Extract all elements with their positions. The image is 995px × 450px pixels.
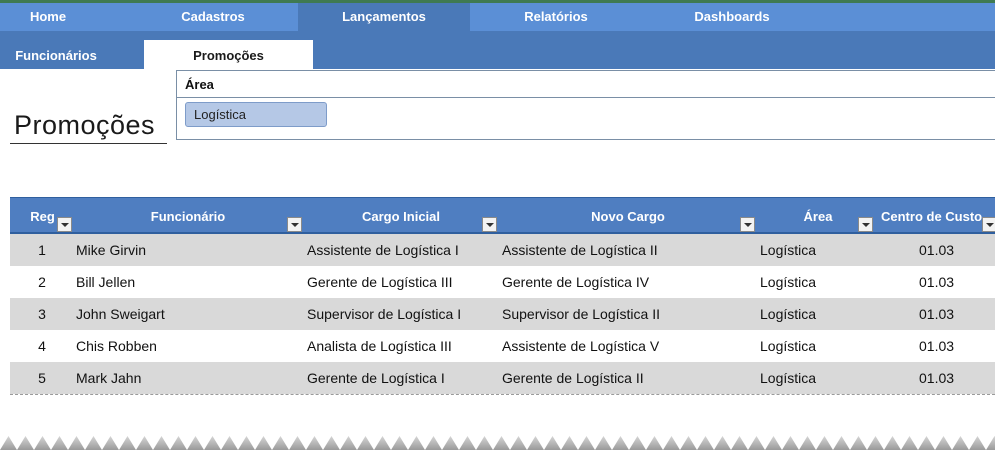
cell-funcionario: Mark Jahn [76,370,142,386]
nav-item-dashboards[interactable]: Dashboards [642,3,822,31]
cell-area: Logística [760,338,817,354]
column-header-funcionario: Funcionário [150,209,226,224]
table-row[interactable]: 5 Mark Jahn Gerente de Logística I Geren… [10,362,995,394]
cell-centro-de-custo: 01.03 [919,242,955,258]
filter-dropdown-funcionario[interactable] [287,217,302,232]
slicer-header: Área [185,77,214,92]
table-row[interactable]: 1 Mike Girvin Assistente de Logística I … [10,234,995,266]
cell-novo-cargo: Assistente de Logística V [502,338,660,354]
cell-reg: 5 [38,370,46,386]
cell-cargo-inicial: Analista de Logística III [307,338,452,354]
cell-cargo-inicial: Supervisor de Logística I [307,306,462,322]
cell-centro-de-custo: 01.03 [919,274,955,290]
cell-area: Logística [760,274,817,290]
column-header-centro-de-custo: Centro de Custo [881,209,983,224]
nav-item-relatorios[interactable]: Relatórios [470,3,642,31]
filter-dropdown-novo-cargo[interactable] [740,217,755,232]
main-navigation: Home Cadastros Lançamentos Relatórios Da… [0,3,995,31]
cell-centro-de-custo: 01.03 [919,338,955,354]
cell-centro-de-custo: 01.03 [919,306,955,322]
sub-navigation: Funcionários Promoções [0,31,995,69]
cell-funcionario: John Sweigart [76,306,165,322]
cell-cargo-inicial: Assistente de Logística I [307,242,459,258]
cell-area: Logística [760,306,817,322]
filter-dropdown-cargo-inicial[interactable] [482,217,497,232]
cell-cargo-inicial: Gerente de Logística I [307,370,445,386]
table-row[interactable]: 3 John Sweigart Supervisor de Logística … [10,298,995,330]
nav-item-lancamentos[interactable]: Lançamentos [298,3,470,31]
cell-reg: 2 [38,274,46,290]
nav-item-home[interactable]: Home [0,3,96,31]
table-row[interactable]: 4 Chis Robben Analista de Logística III … [10,330,995,362]
cell-novo-cargo: Supervisor de Logística II [502,306,660,322]
title-underline [10,143,167,144]
cell-funcionario: Mike Girvin [76,242,147,258]
column-header-cargo-inicial: Cargo Inicial [361,209,441,224]
table-row[interactable]: 2 Bill Jellen Gerente de Logística III G… [10,266,995,298]
page-title: Promoções [14,110,156,140]
cell-cargo-inicial: Gerente de Logística III [307,274,453,290]
cell-novo-cargo: Gerente de Logística IV [502,274,650,290]
filter-dropdown-reg[interactable] [57,217,72,232]
cell-novo-cargo: Gerente de Logística II [502,370,644,386]
cell-reg: 1 [38,242,46,258]
cell-novo-cargo: Assistente de Logística II [502,242,658,258]
cell-area: Logística [760,242,817,258]
cell-reg: 3 [38,306,46,322]
filter-dropdown-centro-de-custo[interactable] [982,217,995,232]
subnav-item-promocoes[interactable]: Promoções [144,40,313,69]
torn-edge-decoration [0,430,995,450]
cell-area: Logística [760,370,817,386]
slicer-divider [177,97,995,98]
column-header-reg: Reg [30,209,55,224]
subnav-item-funcionarios[interactable]: Funcionários [0,40,112,69]
cell-funcionario: Chis Robben [76,338,157,354]
area-slicer: Área Logística [176,70,995,140]
filter-dropdown-area[interactable] [858,217,873,232]
table-bottom-border [10,394,995,396]
nav-item-cadastros[interactable]: Cadastros [128,3,298,31]
table-header-row: Reg Funcionário Cargo Inicial Novo Cargo… [10,197,995,234]
cell-funcionario: Bill Jellen [76,274,136,290]
cell-reg: 4 [38,338,46,354]
cell-centro-de-custo: 01.03 [919,370,955,386]
slicer-item-selected[interactable]: Logística [185,102,327,127]
column-header-novo-cargo: Novo Cargo [591,209,665,224]
